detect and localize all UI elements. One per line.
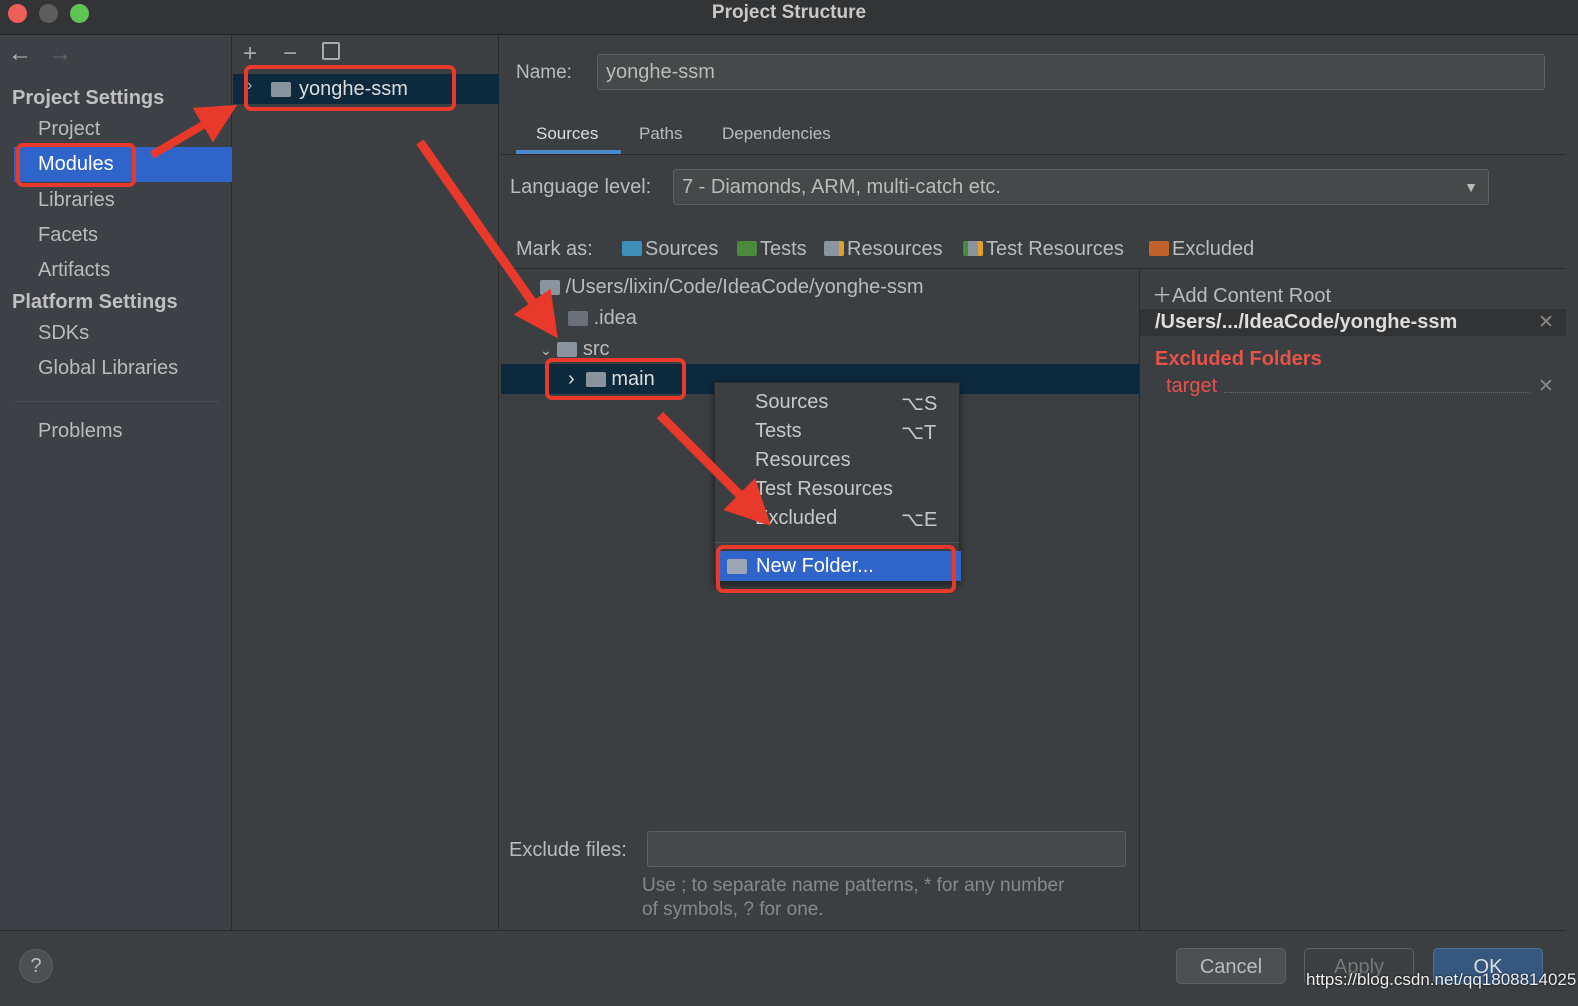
arrow	[416, 139, 558, 339]
annotation-arrows	[149, 104, 771, 526]
arrow	[149, 104, 238, 159]
arrow	[656, 411, 771, 526]
